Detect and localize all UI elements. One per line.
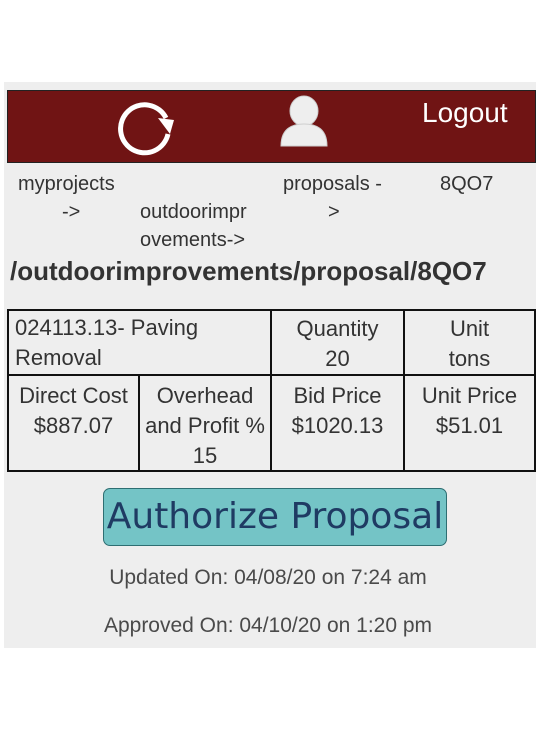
page-title: /outdoorimprovements/proposal/8QO7 (10, 256, 487, 286)
unit-price-value: $51.01 (435, 413, 504, 438)
authorize-proposal-button[interactable]: Authorize Proposal (103, 488, 447, 546)
breadcrumb-proposals[interactable]: proposals - (283, 170, 382, 198)
quantity-value: 20 (325, 346, 350, 371)
breadcrumb-proposal-id: 8QO7 (440, 173, 494, 195)
bid-price-value: $1020.13 (291, 413, 384, 438)
overhead-cell: Overhead and Profit % 15 (138, 374, 272, 472)
overhead-label-cont: and Profit % (145, 413, 265, 438)
breadcrumb-arrow: > (328, 201, 340, 223)
bid-price-label: Bid Price (293, 383, 382, 408)
overhead-value: 15 (192, 443, 218, 468)
unit-price-label: Unit Price (421, 383, 518, 408)
breadcrumb-outdoorimprovements-cont[interactable]: ovements-> (140, 226, 245, 254)
quantity-label: Quantity (296, 316, 379, 341)
logout-button[interactable]: Logout (422, 97, 508, 129)
user-avatar-icon[interactable] (277, 94, 331, 150)
direct-cost-value: $887.07 (33, 413, 114, 438)
direct-cost-label: Direct Cost (19, 383, 128, 408)
updated-on-text: Updated On: 04/08/20 on 7:24 am (109, 566, 427, 589)
direct-cost-cell: Direct Cost $887.07 (7, 374, 140, 472)
item-name-line2: Removal (15, 345, 102, 370)
approved-on-text: Approved On: 04/10/20 on 1:20 pm (103, 614, 433, 637)
bid-price-cell: Bid Price $1020.13 (270, 374, 405, 472)
item-name-line1: 024113.13- Paving (15, 315, 199, 340)
unit-price-cell: Unit Price $51.01 (403, 374, 536, 472)
app-header: Logout (7, 90, 536, 163)
unit-cell: Unit tons (403, 309, 536, 376)
refresh-icon[interactable] (114, 96, 180, 160)
overhead-label: Overhead (156, 383, 254, 408)
unit-value: tons (448, 346, 491, 371)
quantity-cell: Quantity 20 (270, 309, 405, 376)
breadcrumb-outdoorimprovements[interactable]: outdoorimpr (140, 198, 247, 226)
breadcrumb-myprojects[interactable]: myprojects (18, 170, 115, 198)
item-name-cell: 024113.13- Paving Removal (7, 309, 272, 376)
unit-label: Unit (449, 316, 490, 341)
breadcrumb-arrow: -> (62, 201, 81, 223)
